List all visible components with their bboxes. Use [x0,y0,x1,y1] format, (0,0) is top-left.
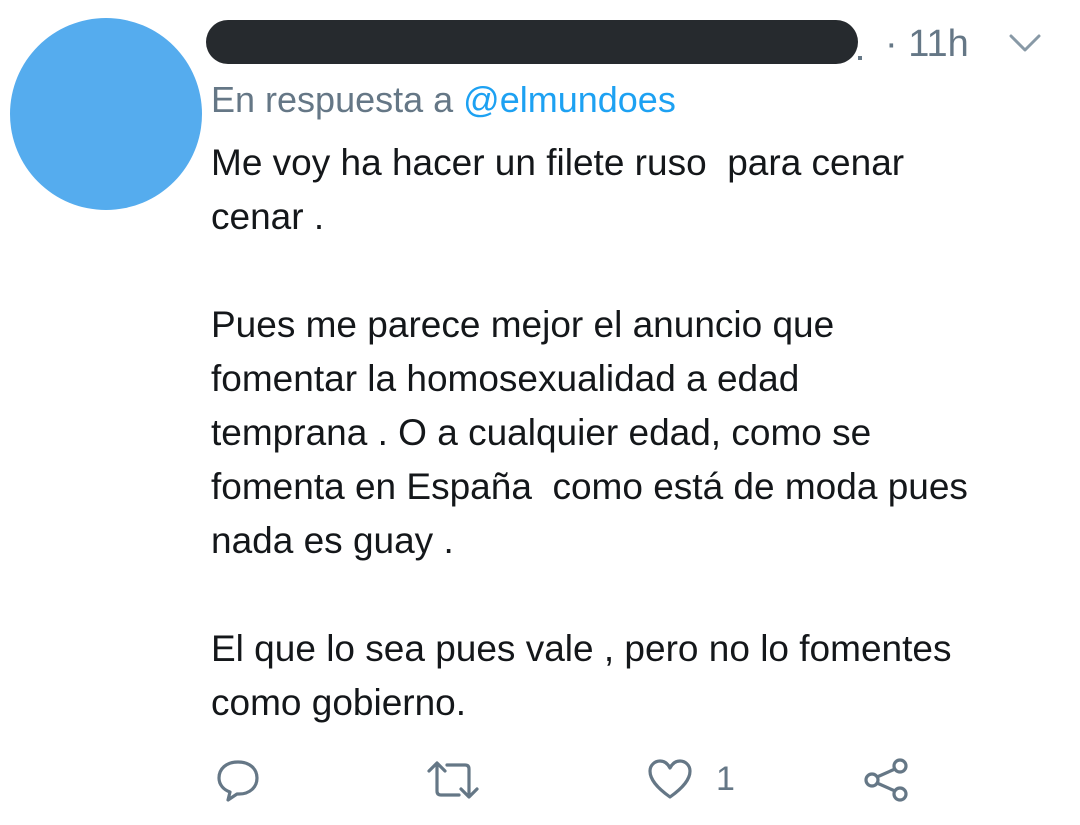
tweet-paragraph: El que lo sea pues vale , pero no lo fom… [211,628,952,723]
reply-handle-link[interactable]: @elmundoes [463,79,676,120]
reply-button[interactable] [214,757,262,803]
heart-icon [648,759,692,799]
chevron-down-icon[interactable] [1008,32,1042,54]
retweet-icon [427,761,479,799]
redacted-display-name [206,20,858,64]
reply-context: En respuesta a @elmundoes [211,78,676,122]
tweet-paragraph: Me voy ha hacer un filete ruso para cena… [211,142,905,237]
comment-bubble-icon [217,760,259,802]
retweet-button[interactable] [425,757,481,803]
tweet-paragraph: Pues me parece mejor el anuncio que fome… [211,304,968,561]
reply-prefix: En respuesta a [211,79,454,120]
like-button[interactable]: 1 [646,757,735,801]
like-count: 1 [716,760,735,798]
tweet-timestamp[interactable]: · 11h [885,22,969,66]
share-icon [864,758,908,802]
tweet[interactable]: · 11h En respuesta a @elmundoes Me voy h… [0,0,1080,825]
tweet-text: Me voy ha hacer un filete ruso para cena… [211,136,1061,730]
name-truncation-dot [858,56,862,60]
share-button[interactable] [862,757,910,803]
avatar[interactable] [10,18,202,210]
